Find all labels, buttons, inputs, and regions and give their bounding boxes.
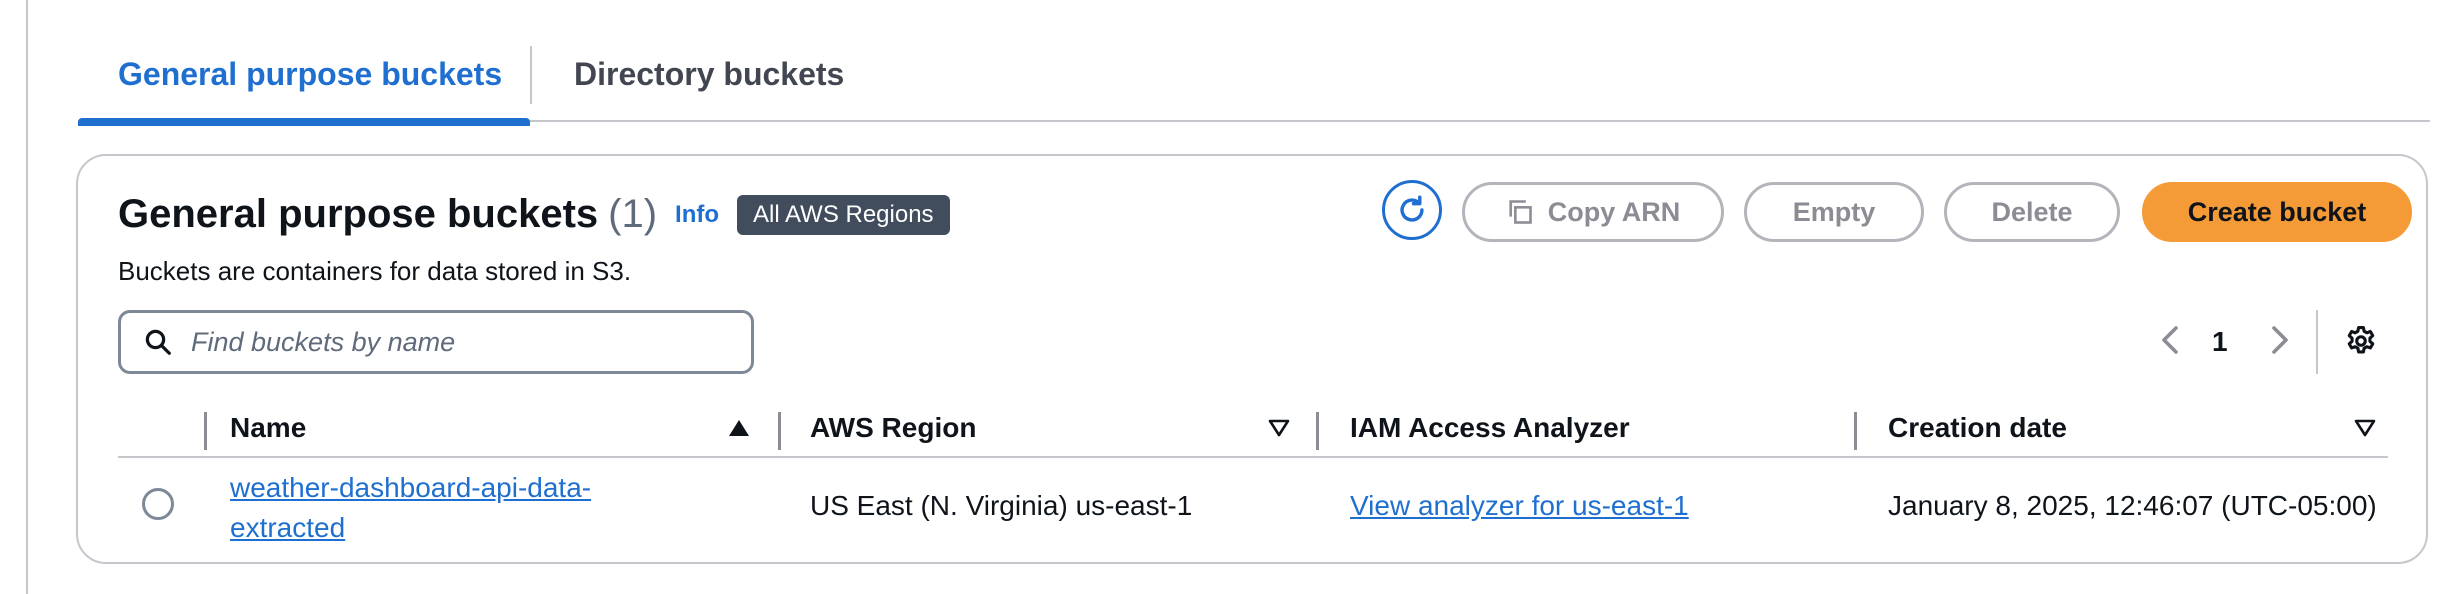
delete-button[interactable]: Delete <box>1944 182 2120 242</box>
column-header-region[interactable]: AWS Region <box>810 412 976 444</box>
column-divider <box>204 412 207 450</box>
bucket-name-link[interactable]: weather-dashboard-api-data-extracted <box>230 468 650 548</box>
current-page[interactable]: 1 <box>2212 326 2228 358</box>
tab-general-purpose-buckets[interactable]: General purpose buckets <box>118 56 502 93</box>
empty-button[interactable]: Empty <box>1744 182 1924 242</box>
refresh-icon <box>1400 195 1424 222</box>
view-analyzer-link[interactable]: View analyzer for us-east-1 <box>1350 490 1689 522</box>
previous-page-button[interactable] <box>2158 324 2182 361</box>
panel-heading: General purpose buckets (1) Info All AWS… <box>118 192 950 237</box>
gear-icon <box>2347 325 2375 354</box>
search-field[interactable] <box>118 310 754 374</box>
column-divider <box>1316 412 1319 450</box>
search-icon <box>145 329 171 355</box>
chevron-right-icon <box>2272 326 2288 354</box>
next-page-button[interactable] <box>2268 324 2292 361</box>
search-input[interactable] <box>189 325 733 359</box>
column-header-creation-date[interactable]: Creation date <box>1888 412 2067 444</box>
buckets-panel: General purpose buckets (1) Info All AWS… <box>76 154 2428 564</box>
table-preferences-button[interactable] <box>2344 324 2378 363</box>
bucket-count: (1) <box>608 192 658 236</box>
info-link[interactable]: Info <box>675 201 719 229</box>
create-bucket-label: Create bucket <box>2187 196 2367 227</box>
table-row: weather-dashboard-api-data-extracted US … <box>118 458 2388 558</box>
sort-ascending-icon[interactable] <box>728 418 750 438</box>
sort-caret-down-icon[interactable] <box>2354 418 2376 438</box>
chevron-left-icon <box>2162 326 2178 354</box>
empty-label: Empty <box>1792 196 1876 227</box>
copy-arn-label: Copy ARN <box>1547 196 1681 227</box>
region-badge: All AWS Regions <box>737 194 950 235</box>
panel-title: General purpose buckets <box>118 192 599 236</box>
panel-description: Buckets are containers for data stored i… <box>118 256 632 286</box>
bucket-creation-date: January 8, 2025, 12:46:07 (UTC-05:00) <box>1888 490 2377 521</box>
copy-icon <box>1509 200 1532 224</box>
column-divider <box>1854 412 1857 450</box>
sort-caret-down-icon[interactable] <box>1268 418 1290 438</box>
table-header: Name AWS Region IAM Access Analyzer Crea… <box>118 402 2388 458</box>
column-header-iam-access-analyzer: IAM Access Analyzer <box>1350 412 1630 443</box>
column-divider <box>778 412 781 450</box>
tab-divider <box>530 46 532 104</box>
active-tab-indicator <box>78 118 530 126</box>
page-left-border <box>26 0 28 594</box>
row-select-radio[interactable] <box>142 488 174 520</box>
tab-directory-buckets[interactable]: Directory buckets <box>574 56 844 93</box>
copy-arn-button[interactable]: Copy ARN <box>1462 182 1724 242</box>
delete-label: Delete <box>1991 196 2073 227</box>
bucket-type-tabs: General purpose buckets Directory bucket… <box>78 36 2430 126</box>
pagination-divider <box>2316 310 2318 374</box>
create-bucket-button[interactable]: Create bucket <box>2142 182 2412 242</box>
column-header-name[interactable]: Name <box>230 412 306 444</box>
bucket-region: US East (N. Virginia) us-east-1 <box>810 490 1193 521</box>
refresh-button[interactable] <box>1382 180 1442 240</box>
